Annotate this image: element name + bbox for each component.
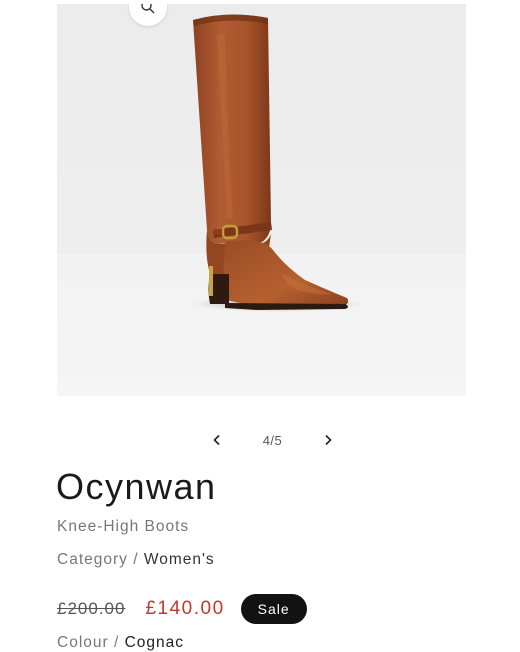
price-row: £200.00 £140.00 Sale: [57, 594, 307, 624]
next-image-button[interactable]: [316, 428, 340, 452]
product-subtitle: Knee-High Boots: [57, 518, 190, 535]
category-separator: /: [133, 551, 139, 568]
product-title: Ocynwan: [56, 466, 217, 507]
colour-separator: /: [113, 634, 120, 651]
sale-badge: Sale: [240, 594, 307, 624]
zoom-icon: [141, 4, 155, 14]
boot-product-image: [192, 14, 362, 312]
category-label: Category: [57, 551, 128, 568]
product-image-gallery[interactable]: [57, 4, 466, 396]
sale-price: £140.00: [145, 598, 225, 619]
product-category: Category / Women's: [57, 551, 215, 569]
chevron-left-icon: [213, 434, 220, 446]
image-pager: 4/5: [205, 428, 340, 452]
colour-label: Colour: [57, 634, 109, 651]
image-counter: 4/5: [262, 432, 283, 448]
chevron-right-icon: [325, 434, 332, 446]
colour-value: Cognac: [124, 634, 185, 651]
previous-image-button[interactable]: [205, 428, 229, 452]
original-price: £200.00: [57, 599, 126, 618]
category-value: Women's: [143, 551, 215, 568]
product-colour: Colour / Cognac: [57, 634, 184, 652]
